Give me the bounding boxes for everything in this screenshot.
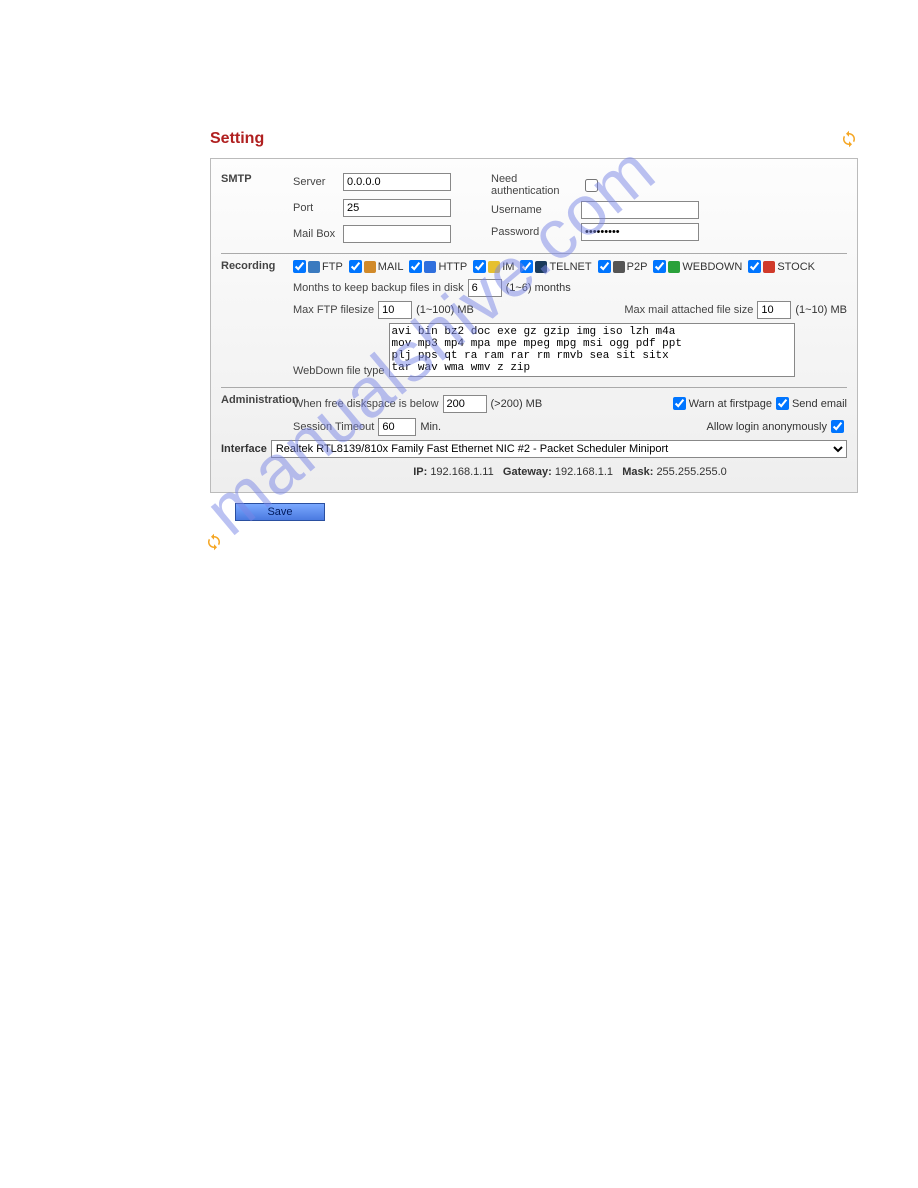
allow-anon-label: Allow login anonymously: [707, 421, 827, 433]
smtp-section-label: SMTP: [221, 173, 293, 247]
refresh-icon[interactable]: [840, 130, 858, 148]
protocol-http: HTTP: [409, 260, 467, 273]
save-button[interactable]: Save: [235, 503, 325, 521]
session-unit: Min.: [420, 421, 441, 433]
sendmail-label: Send email: [792, 398, 847, 410]
maxftp-label: Max FTP filesize: [293, 304, 374, 316]
protocol-webdown-icon: [668, 261, 680, 273]
protocol-im-label: IM: [502, 261, 514, 273]
network-info: IP: 192.168.1.11 Gateway: 192.168.1.1 Ma…: [293, 462, 847, 478]
protocol-p2p-icon: [613, 261, 625, 273]
page-title: Setting: [210, 130, 264, 148]
session-label: Session Timeout: [293, 421, 374, 433]
webdown-textarea[interactable]: [389, 323, 795, 377]
months-label: Months to keep backup files in disk: [293, 282, 464, 294]
protocol-webdown: WEBDOWN: [653, 260, 742, 273]
warn-label: Warn at firstpage: [689, 398, 772, 410]
need-auth-label: Need authentication: [491, 173, 581, 197]
protocol-mail-checkbox[interactable]: [349, 260, 362, 273]
protocol-http-label: HTTP: [438, 261, 467, 273]
need-auth-checkbox[interactable]: [585, 179, 598, 192]
protocol-p2p-label: P2P: [627, 261, 648, 273]
session-input[interactable]: [378, 418, 416, 436]
protocol-http-icon: [424, 261, 436, 273]
protocol-telnet-icon: [535, 261, 547, 273]
recording-section-label: Recording: [221, 260, 293, 381]
protocol-row: FTP MAIL HTTP IM TELNET P2P WEBDOWN STOCK: [293, 260, 847, 273]
protocol-webdown-label: WEBDOWN: [682, 261, 742, 273]
protocol-stock: STOCK: [748, 260, 815, 273]
protocol-ftp-icon: [308, 261, 320, 273]
sendmail-checkbox[interactable]: [776, 397, 789, 410]
protocol-ftp-checkbox[interactable]: [293, 260, 306, 273]
password-label: Password: [491, 226, 581, 238]
protocol-mail: MAIL: [349, 260, 404, 273]
protocol-mail-label: MAIL: [378, 261, 404, 273]
username-input[interactable]: [581, 201, 699, 219]
protocol-p2p-checkbox[interactable]: [598, 260, 611, 273]
protocol-stock-label: STOCK: [777, 261, 815, 273]
admin-section-label: Administration: [221, 394, 293, 478]
protocol-stock-icon: [763, 261, 775, 273]
interface-label: Interface: [221, 443, 267, 455]
months-input[interactable]: [468, 279, 502, 297]
username-label: Username: [491, 204, 581, 216]
protocol-im-icon: [488, 261, 500, 273]
protocol-mail-icon: [364, 261, 376, 273]
protocol-webdown-checkbox[interactable]: [653, 260, 666, 273]
months-range: (1~6) months: [506, 282, 571, 294]
refresh-icon[interactable]: [205, 533, 223, 551]
protocol-telnet: TELNET: [520, 260, 591, 273]
mailbox-input[interactable]: [343, 225, 451, 243]
protocol-telnet-label: TELNET: [549, 261, 591, 273]
port-label: Port: [293, 202, 343, 214]
server-label: Server: [293, 176, 343, 188]
diskspace-range: (>200) MB: [491, 398, 543, 410]
webdown-label: WebDown file type: [293, 365, 385, 377]
protocol-stock-checkbox[interactable]: [748, 260, 761, 273]
protocol-im-checkbox[interactable]: [473, 260, 486, 273]
protocol-telnet-checkbox[interactable]: [520, 260, 533, 273]
server-input[interactable]: [343, 173, 451, 191]
protocol-p2p: P2P: [598, 260, 648, 273]
settings-panel: SMTP Server Port Mail Box: [210, 158, 858, 493]
allow-anon-checkbox[interactable]: [831, 420, 844, 433]
maxftp-range: (1~100) MB: [416, 304, 474, 316]
interface-select[interactable]: Realtek RTL8139/810x Family Fast Etherne…: [271, 440, 847, 458]
maxmail-input[interactable]: [757, 301, 791, 319]
protocol-im: IM: [473, 260, 514, 273]
maxmail-label: Max mail attached file size: [624, 304, 753, 316]
maxmail-range: (1~10) MB: [795, 304, 847, 316]
diskspace-input[interactable]: [443, 395, 487, 413]
warn-checkbox[interactable]: [673, 397, 686, 410]
port-input[interactable]: [343, 199, 451, 217]
protocol-ftp-label: FTP: [322, 261, 343, 273]
protocol-ftp: FTP: [293, 260, 343, 273]
diskspace-label: When free diskspace is below: [293, 398, 439, 410]
protocol-http-checkbox[interactable]: [409, 260, 422, 273]
password-input[interactable]: [581, 223, 699, 241]
maxftp-input[interactable]: [378, 301, 412, 319]
mailbox-label: Mail Box: [293, 228, 343, 240]
